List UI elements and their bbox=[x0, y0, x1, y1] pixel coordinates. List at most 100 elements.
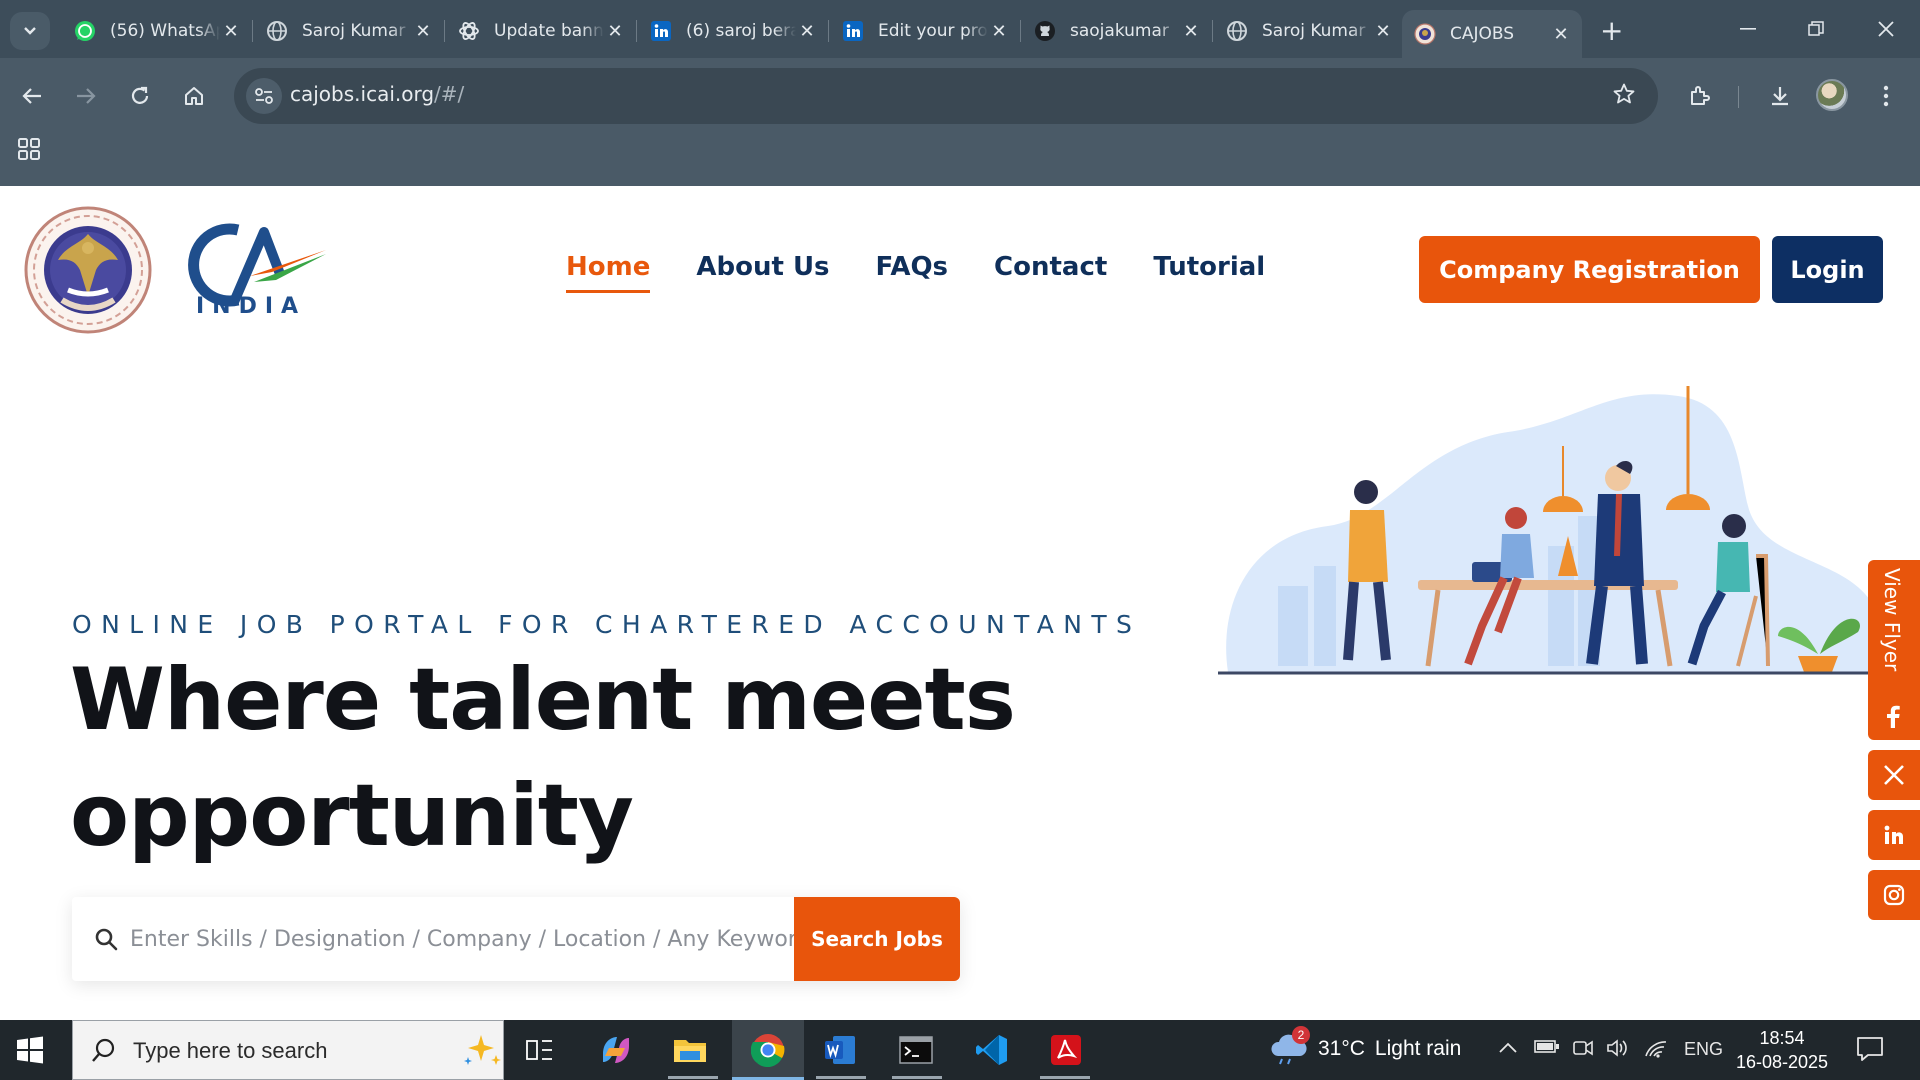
download-icon[interactable] bbox=[1760, 76, 1800, 116]
vscode-icon[interactable] bbox=[972, 1030, 1012, 1070]
browser-toolbar: cajobs.icai.org/#/ bbox=[0, 58, 1920, 186]
address-bar[interactable]: cajobs.icai.org/#/ bbox=[234, 68, 1658, 124]
ca-india-wordmark: INDIA bbox=[196, 294, 307, 319]
wifi-icon[interactable] bbox=[1644, 1038, 1668, 1063]
url-host: cajobs.icai.org bbox=[290, 82, 435, 106]
site-info-icon[interactable] bbox=[246, 78, 282, 114]
tab-separator bbox=[1020, 20, 1021, 42]
github-icon bbox=[1034, 20, 1056, 42]
tab-separator bbox=[252, 20, 253, 42]
volume-icon[interactable] bbox=[1606, 1038, 1630, 1063]
meet-now-icon[interactable] bbox=[1572, 1038, 1594, 1063]
tab-close-icon[interactable]: ✕ bbox=[796, 21, 818, 42]
nav-home[interactable]: Home bbox=[566, 252, 651, 293]
toolbar-separator bbox=[1738, 86, 1739, 108]
nav-about-us[interactable]: About Us bbox=[696, 252, 829, 293]
company-registration-button[interactable]: Company Registration bbox=[1419, 236, 1760, 303]
url-text[interactable]: cajobs.icai.org/#/ bbox=[290, 82, 464, 106]
x-social-button[interactable] bbox=[1868, 750, 1920, 800]
job-search-input[interactable] bbox=[130, 915, 810, 963]
restore-icon[interactable] bbox=[1796, 12, 1836, 46]
home-icon[interactable] bbox=[174, 76, 214, 116]
tab-close-icon[interactable]: ✕ bbox=[1180, 21, 1202, 42]
search-jobs-button[interactable]: Search Jobs bbox=[794, 897, 960, 981]
language-indicator[interactable]: ENG bbox=[1684, 1039, 1723, 1060]
close-window-icon[interactable] bbox=[1866, 12, 1906, 46]
job-search-bar: Search Jobs bbox=[72, 897, 960, 981]
forward-icon[interactable] bbox=[66, 76, 106, 116]
tab-linkedin-feed[interactable]: (6) saroj bera ✕ bbox=[638, 10, 829, 52]
tab-linkedin-edit[interactable]: Edit your profile ✕ bbox=[830, 10, 1021, 52]
notification-icon[interactable] bbox=[1856, 1036, 1884, 1066]
terminal-icon[interactable] bbox=[896, 1030, 936, 1070]
running-indicator bbox=[1040, 1076, 1090, 1079]
view-flyer-label: View Flyer bbox=[1880, 568, 1904, 672]
icai-favicon bbox=[1414, 23, 1436, 45]
view-flyer-tab[interactable]: View Flyer bbox=[1868, 560, 1920, 740]
tab-saroj-kumar[interactable]: Saroj Kumar ✕ bbox=[254, 10, 445, 52]
profile-avatar[interactable] bbox=[1816, 79, 1848, 111]
running-indicator bbox=[816, 1076, 866, 1079]
chevron-up-icon[interactable] bbox=[1498, 1038, 1518, 1059]
login-button[interactable]: Login bbox=[1772, 236, 1883, 303]
word-icon[interactable] bbox=[820, 1030, 860, 1070]
linkedin-social-button[interactable] bbox=[1868, 810, 1920, 860]
nav-tutorial[interactable]: Tutorial bbox=[1153, 252, 1265, 293]
headline-line-1: Where talent meets bbox=[70, 650, 1016, 750]
facebook-icon[interactable] bbox=[1882, 704, 1904, 732]
tab-cajobs[interactable]: CAJOBS ✕ bbox=[1402, 10, 1582, 58]
tab-search-button[interactable] bbox=[10, 12, 50, 50]
running-indicator bbox=[668, 1076, 718, 1079]
back-icon[interactable] bbox=[12, 76, 52, 116]
windows-start-icon[interactable] bbox=[16, 1036, 44, 1064]
chrome-icon[interactable] bbox=[748, 1030, 788, 1070]
extensions-icon[interactable] bbox=[1680, 76, 1720, 116]
apps-grid-icon[interactable] bbox=[16, 136, 44, 164]
battery-icon[interactable] bbox=[1534, 1038, 1560, 1059]
x-icon bbox=[1884, 765, 1904, 785]
weather-text: Light rain bbox=[1374, 1037, 1462, 1060]
tab-close-icon[interactable]: ✕ bbox=[1372, 21, 1394, 42]
tab-close-icon[interactable]: ✕ bbox=[1550, 24, 1572, 45]
weather-alert-badge: 2 bbox=[1292, 1026, 1310, 1044]
nav-faqs[interactable]: FAQs bbox=[876, 252, 948, 293]
bookmark-star-icon[interactable] bbox=[1612, 82, 1636, 110]
icai-emblem-logo[interactable] bbox=[22, 204, 154, 336]
tab-close-icon[interactable]: ✕ bbox=[604, 21, 626, 42]
weather-temp: 31°C bbox=[1318, 1037, 1365, 1060]
pdf-reader-icon[interactable] bbox=[1046, 1030, 1086, 1070]
tab-github[interactable]: saojakumar ✕ bbox=[1022, 10, 1213, 52]
running-indicator bbox=[892, 1076, 942, 1079]
openai-icon bbox=[458, 20, 480, 42]
nav-contact[interactable]: Contact bbox=[994, 252, 1107, 293]
file-explorer-icon[interactable] bbox=[670, 1030, 710, 1070]
tab-title: (6) saroj bera bbox=[686, 21, 796, 41]
task-view-icon[interactable] bbox=[520, 1030, 560, 1070]
hero-eyebrow: ONLINE JOB PORTAL FOR CHARTERED ACCOUNTA… bbox=[72, 610, 1142, 639]
more-menu-icon[interactable] bbox=[1866, 76, 1906, 116]
tab-close-icon[interactable]: ✕ bbox=[220, 21, 242, 42]
tab-title: Saroj Kumar bbox=[302, 21, 406, 41]
tab-whatsapp[interactable]: (56) WhatsApp ✕ bbox=[62, 10, 253, 52]
tab-title: CAJOBS bbox=[1450, 24, 1515, 44]
system-clock[interactable]: 18:54 16-08-2025 bbox=[1734, 1026, 1830, 1074]
copilot-app-icon[interactable] bbox=[596, 1030, 636, 1070]
tab-close-icon[interactable]: ✕ bbox=[412, 21, 434, 42]
weather-widget[interactable]: 2 31°C Light rain bbox=[1270, 1026, 1462, 1066]
instagram-social-button[interactable] bbox=[1868, 870, 1920, 920]
tab-close-icon[interactable]: ✕ bbox=[988, 21, 1010, 42]
browser-tab-bar: (56) WhatsApp ✕ Saroj Kumar ✕ Update ban… bbox=[0, 0, 1920, 58]
tab-separator bbox=[1212, 20, 1213, 42]
taskbar-search-box[interactable]: Type here to search bbox=[72, 1020, 504, 1080]
reload-icon[interactable] bbox=[120, 76, 160, 116]
copilot-sparkle-icon bbox=[464, 1035, 501, 1065]
new-tab-button[interactable]: + bbox=[1600, 14, 1623, 47]
tab-saroj-kumar-2[interactable]: Saroj Kumar ✕ bbox=[1214, 10, 1404, 52]
tab-title: Update banner bbox=[494, 21, 604, 41]
hero-headline: Where talent meets opportunity bbox=[70, 642, 1070, 874]
tab-separator bbox=[828, 20, 829, 42]
minimize-icon[interactable] bbox=[1728, 12, 1768, 46]
instagram-icon bbox=[1883, 884, 1905, 906]
tab-update-banner[interactable]: Update banner ✕ bbox=[446, 10, 637, 52]
clock-time: 18:54 bbox=[1759, 1028, 1805, 1048]
